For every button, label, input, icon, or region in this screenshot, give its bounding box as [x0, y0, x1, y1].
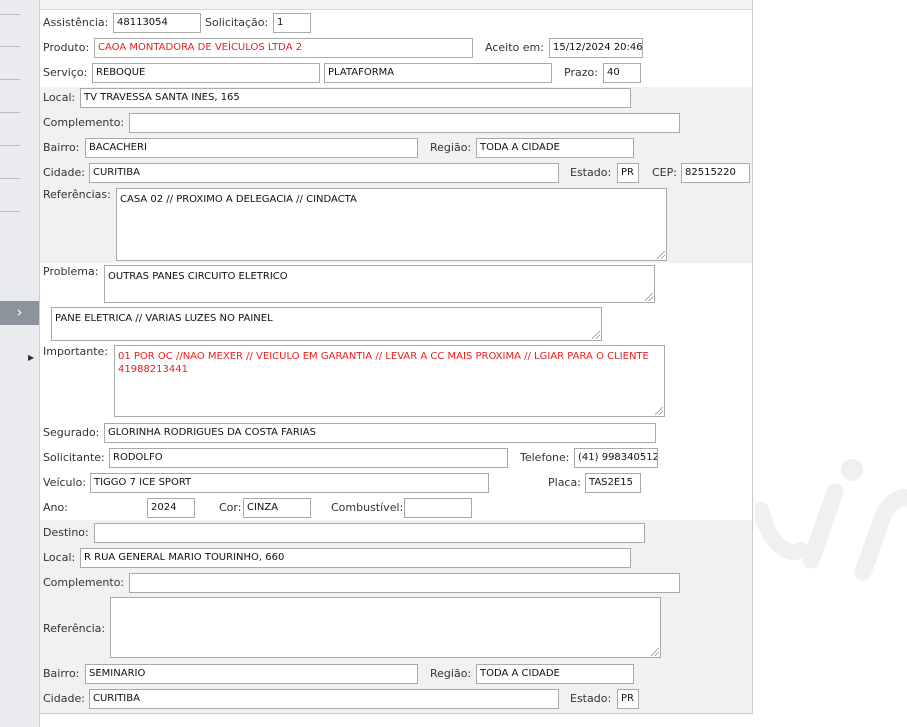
destino-referencia-label: Referência: [43, 622, 106, 635]
referencias-text: CASA 02 // PROXIMO A DELEGACIA // CINDAC… [120, 194, 357, 205]
destino-local-label: Local: [43, 551, 76, 564]
resize-grip-icon[interactable] [657, 251, 665, 259]
estado-label: Estado: [570, 166, 612, 179]
destino-local-field[interactable]: R RUA GENERAL MARIO TOURINHO, 660 [80, 548, 631, 568]
destino-estado-field[interactable]: PR [617, 689, 639, 709]
problema-text: OUTRAS PANES CIRCUITO ELETRICO [108, 271, 288, 282]
problema-detalhe-textarea[interactable]: PANE ELETRICA // VARIAS LUZES NO PAINEL [51, 307, 602, 341]
veiculo-label: Veículo: [43, 476, 87, 489]
resize-grip-icon[interactable] [645, 293, 653, 301]
complemento-label: Complemento: [43, 116, 125, 129]
sidebar-divider [0, 178, 20, 179]
cep-field[interactable]: 82515220 [681, 163, 750, 183]
sidebar-expand-button[interactable]: › [0, 301, 39, 325]
resize-grip-icon[interactable] [651, 648, 659, 656]
chevron-right-icon: › [16, 303, 23, 321]
bairro-field[interactable]: BACACHERI [85, 138, 418, 158]
referencias-textarea[interactable]: CASA 02 // PROXIMO A DELEGACIA // CINDAC… [116, 188, 667, 261]
combustivel-label: Combustível: [331, 501, 404, 514]
destino-cidade-label: Cidade: [43, 692, 85, 705]
segurado-label: Segurado: [43, 426, 100, 439]
destino-regiao-label: Região: [430, 667, 472, 680]
local-label: Local: [43, 91, 76, 104]
cidade-label: Cidade: [43, 166, 85, 179]
left-sidebar: › ▶ [0, 0, 40, 727]
solicitante-field[interactable]: RODOLFO [109, 448, 508, 468]
destino-complemento-field[interactable] [129, 573, 680, 593]
problema-detalhe-text: PANE ELETRICA // VARIAS LUZES NO PAINEL [55, 313, 273, 324]
importante-label: Importante: [43, 345, 109, 358]
telefone-label: Telefone: [520, 451, 570, 464]
sidebar-divider [0, 79, 20, 80]
produto-label: Produto: [43, 41, 90, 54]
complemento-field[interactable] [129, 113, 680, 133]
sidebar-divider [0, 211, 20, 212]
cor-label: Cor: [219, 501, 242, 514]
prazo-label: Prazo: [564, 66, 598, 79]
servico-label: Serviço: [43, 66, 88, 79]
aceito-em-field[interactable]: 15/12/2024 20:46 [549, 38, 643, 58]
estado-field[interactable]: PR [617, 163, 639, 183]
destino-bairro-label: Bairro: [43, 667, 80, 680]
destino-bairro-field[interactable]: SEMINARIO [85, 664, 418, 684]
panel-header-strip [40, 0, 752, 10]
destino-estado-label: Estado: [570, 692, 612, 705]
sidebar-divider [0, 14, 20, 15]
cidade-field[interactable]: CURITIBA [89, 163, 559, 183]
produto-field[interactable]: CAOA MONTADORA DE VEÍCULOS LTDA 2 [94, 38, 473, 58]
solicitante-label: Solicitante: [43, 451, 105, 464]
destino-cidade-field[interactable]: CURITIBA [89, 689, 559, 709]
destino-field[interactable] [94, 523, 645, 543]
solicitacao-field[interactable]: 1 [273, 13, 311, 33]
destino-label: Destino: [43, 526, 89, 539]
placa-field[interactable]: TAS2E15 [585, 473, 641, 493]
regiao-label: Região: [430, 141, 472, 154]
ano-field[interactable]: 2024 [147, 498, 195, 518]
cep-label: CEP: [652, 166, 677, 179]
assistencia-field[interactable]: 48113054 [113, 13, 201, 33]
telefone-field[interactable]: (41) 998340512 [574, 448, 658, 468]
referencias-label: Referências: [43, 188, 111, 201]
aceito-em-label: Aceito em: [485, 41, 544, 54]
problema-label: Problema: [43, 265, 99, 278]
ano-label: Ano: [43, 501, 68, 514]
solicitacao-label: Solicitação: [205, 16, 269, 29]
sidebar-divider [0, 145, 20, 146]
cor-field[interactable]: CINZA [243, 498, 311, 518]
destino-complemento-label: Complemento: [43, 576, 125, 589]
bairro-label: Bairro: [43, 141, 80, 154]
placa-label: Placa: [548, 476, 581, 489]
destino-referencia-textarea[interactable] [110, 597, 661, 658]
sidebar-divider [0, 112, 20, 113]
segurado-field[interactable]: GLORINHA RODRIGUES DA COSTA FARIAS [104, 423, 656, 443]
sidebar-divider [0, 46, 20, 47]
destino-regiao-field[interactable]: TODA A CIDADE [476, 664, 634, 684]
resize-grip-icon[interactable] [655, 407, 663, 415]
regiao-field[interactable]: TODA A CIDADE [476, 138, 634, 158]
servico-tipo-field[interactable]: PLATAFORMA [324, 63, 552, 83]
triangle-right-icon[interactable]: ▶ [28, 353, 34, 362]
assistencia-label: Assistência: [43, 16, 109, 29]
problema-textarea[interactable]: OUTRAS PANES CIRCUITO ELETRICO [104, 265, 655, 303]
importante-text: 01 POR OC //NAO MEXER // VEICULO EM GARA… [118, 351, 653, 375]
veiculo-field[interactable]: TIGGO 7 ICE SPORT [90, 473, 489, 493]
prazo-field[interactable]: 40 [603, 63, 641, 83]
watermark-logo [755, 459, 907, 581]
servico-field[interactable]: REBOQUE [92, 63, 320, 83]
importante-textarea[interactable]: 01 POR OC //NAO MEXER // VEICULO EM GARA… [114, 345, 665, 417]
local-field[interactable]: TV TRAVESSA SANTA INES, 165 [80, 88, 631, 108]
combustivel-field[interactable] [404, 498, 472, 518]
resize-grip-icon[interactable] [592, 331, 600, 339]
